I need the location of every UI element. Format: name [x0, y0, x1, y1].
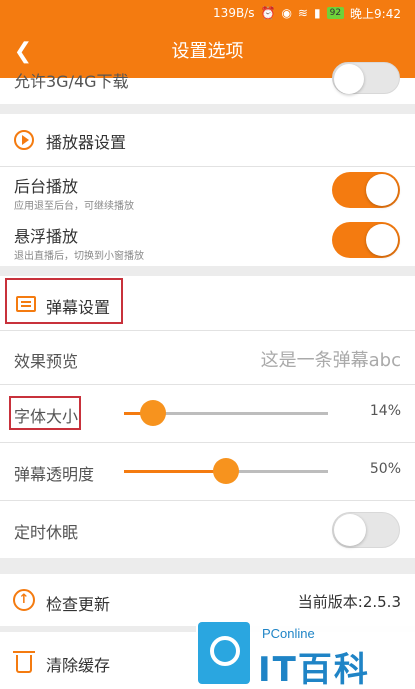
allow-mobile-download-label: 允许3G/4G下载 [14, 72, 129, 91]
preview-label: 效果预览 [14, 352, 79, 371]
alarm-icon: ⏰ [260, 6, 276, 20]
font-size-slider[interactable] [124, 400, 328, 426]
pconline-logo-icon [198, 622, 250, 684]
player-settings-section: 播放器设置 后台播放 应用退至后台，可继续播放 悬浮播放 退出直播后，切换到小窗… [0, 114, 415, 266]
float-play-row[interactable]: 悬浮播放 退出直播后，切换到小窗播放 [0, 220, 415, 266]
watermark-brand: PConline [262, 626, 315, 641]
watermark: PConline IT百科 [196, 620, 415, 689]
wifi-icon: ≋ [297, 6, 308, 20]
sleep-timer-label: 定时休眠 [14, 523, 79, 542]
background-play-desc: 应用退至后台，可继续播放 [14, 201, 134, 212]
network-section: 允许3G/4G下载 [0, 62, 415, 104]
eye-icon: ◉ [281, 6, 292, 20]
danmu-section-title: 弹幕设置 [46, 298, 111, 317]
font-size-row: 字体大小 14% [0, 386, 415, 442]
font-size-slider-thumb[interactable] [139, 400, 166, 426]
float-play-toggle[interactable] [332, 222, 400, 258]
background-play-label: 后台播放 [14, 177, 79, 196]
danmu-settings-section: 弹幕设置 效果预览 这是一条弹幕abc 字体大小 14% 弹幕透明度 50% 定… [0, 276, 415, 558]
network-speed: 139B/s [213, 6, 255, 20]
watermark-name: IT百科 [258, 650, 370, 689]
font-size-value: 14% [369, 403, 401, 419]
sleep-timer-row[interactable]: 定时休眠 [0, 502, 415, 558]
version-text: 当前版本:2.5.3 [297, 593, 401, 611]
signal-icon: ▮ [313, 6, 321, 20]
opacity-slider-thumb[interactable] [213, 458, 239, 484]
mobile-download-toggle[interactable] [332, 62, 400, 94]
battery-icon: 92 [326, 7, 345, 19]
preview-sample-text: 这是一条弹幕abc [260, 350, 401, 371]
float-play-desc: 退出直播后，切换到小窗播放 [14, 251, 144, 262]
preview-row: 效果预览 这是一条弹幕abc [0, 332, 415, 384]
background-play-toggle[interactable] [332, 172, 400, 208]
trash-icon [13, 651, 35, 673]
font-size-label: 字体大小 [14, 407, 79, 426]
check-update-row[interactable]: ↑ 检查更新 当前版本:2.5.3 [0, 574, 415, 626]
opacity-row: 弹幕透明度 50% [0, 444, 415, 500]
float-play-label: 悬浮播放 [14, 227, 79, 246]
opacity-label: 弹幕透明度 [14, 465, 95, 484]
clock: 晚上9:42 [350, 6, 401, 21]
opacity-value: 50% [369, 461, 401, 477]
status-bar: 139B/s ⏰ ◉ ≋ ▮ 92 晚上9:42 [0, 0, 415, 26]
play-circle-icon [14, 130, 34, 150]
background-play-row[interactable]: 后台播放 应用退至后台，可继续播放 [0, 170, 415, 216]
arrow-up-circle-icon: ↑ [13, 589, 35, 611]
player-section-title: 播放器设置 [46, 133, 127, 152]
opacity-slider[interactable] [124, 458, 328, 484]
check-update-label: 检查更新 [46, 595, 111, 614]
danmu-icon [16, 296, 36, 312]
sleep-timer-toggle[interactable] [332, 512, 400, 548]
clear-cache-label: 清除缓存 [46, 656, 111, 675]
